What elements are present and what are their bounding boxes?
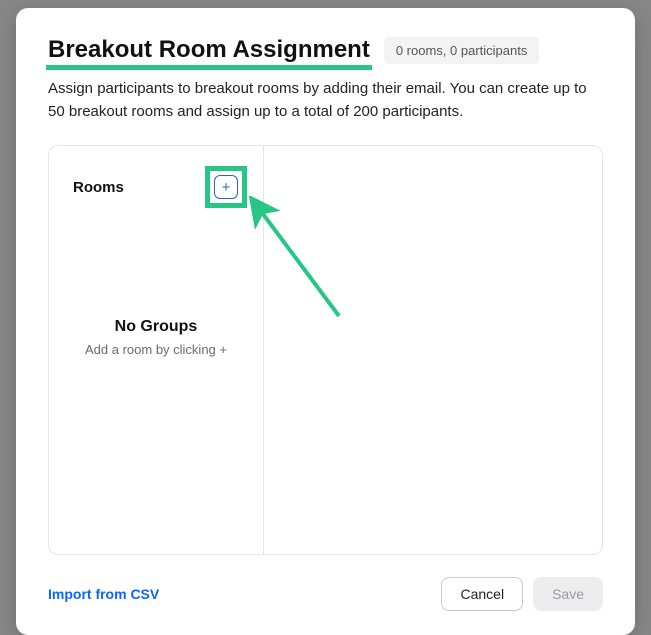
page-title: Breakout Room Assignment [48, 36, 370, 64]
highlight-underline [46, 65, 372, 70]
cancel-button[interactable]: Cancel [441, 577, 523, 611]
rooms-label: Rooms [65, 179, 124, 196]
modal-footer: Import from CSV Cancel Save [48, 555, 603, 611]
participants-column [264, 146, 602, 554]
empty-hint: Add a room by clicking + [65, 342, 247, 357]
description-text: Assign participants to breakout rooms by… [48, 78, 603, 123]
add-room-highlight: + [205, 166, 247, 208]
title-text: Breakout Room Assignment [48, 36, 370, 63]
rooms-panel: Rooms + No Groups Add a room by clicking… [48, 145, 603, 555]
rooms-count-badge: 0 rooms, 0 participants [384, 37, 540, 64]
breakout-room-modal: Breakout Room Assignment 0 rooms, 0 part… [16, 8, 635, 635]
empty-state: No Groups Add a room by clicking + [65, 318, 247, 357]
header-row: Breakout Room Assignment 0 rooms, 0 part… [48, 36, 603, 64]
import-csv-link[interactable]: Import from CSV [48, 586, 159, 602]
plus-icon: + [222, 180, 231, 195]
save-button[interactable]: Save [533, 577, 603, 611]
add-room-button[interactable]: + [214, 175, 238, 199]
empty-title: No Groups [65, 318, 247, 336]
rooms-header: Rooms + [65, 166, 247, 208]
rooms-list-column: Rooms + No Groups Add a room by clicking… [49, 146, 264, 554]
footer-buttons: Cancel Save [441, 577, 603, 611]
